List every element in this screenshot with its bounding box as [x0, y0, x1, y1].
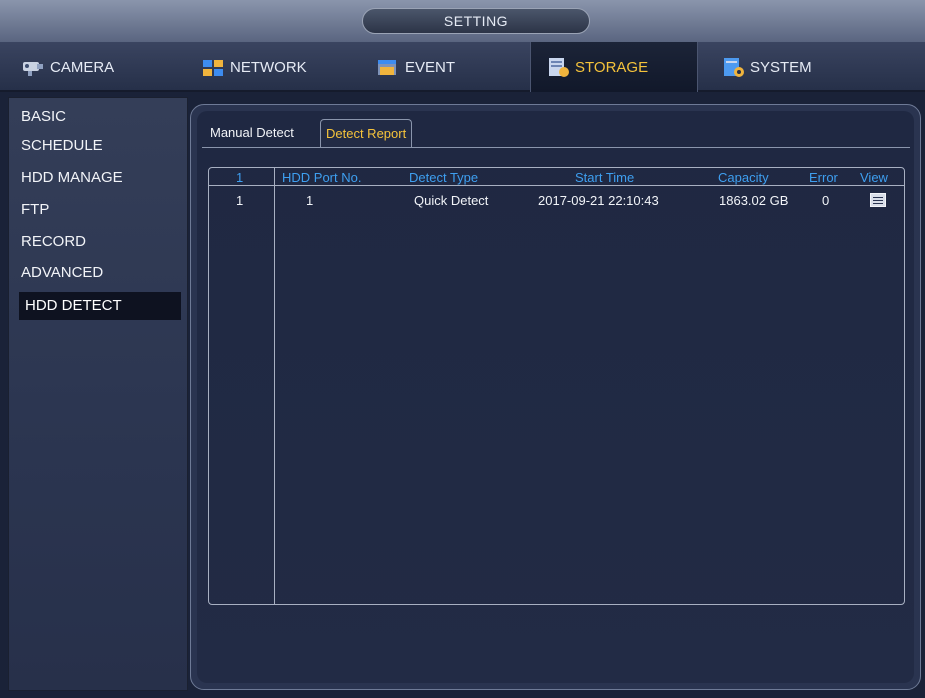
tab-camera[interactable]: CAMERA — [10, 42, 180, 92]
event-icon — [375, 56, 401, 78]
camera-icon — [20, 56, 46, 78]
column-header-hdd-port: HDD Port No. — [282, 170, 362, 185]
row-error: 0 — [822, 193, 830, 208]
tab-event[interactable]: EVENT — [355, 42, 525, 92]
sidebar-item-record[interactable]: RECORD — [21, 228, 86, 256]
tab-detect-report[interactable]: Detect Report — [320, 119, 413, 147]
tab-storage[interactable]: STORAGE — [530, 42, 698, 92]
row-detect-type: Quick Detect — [414, 193, 489, 208]
tab-storage-label: STORAGE — [575, 58, 649, 76]
column-header-capacity: Capacity — [718, 170, 769, 185]
table-column-divider — [274, 167, 275, 605]
sidebar: BASIC SCHEDULE HDD MANAGE FTP RECORD ADV… — [8, 97, 188, 691]
sidebar-item-hdd-manage[interactable]: HDD MANAGE — [21, 164, 123, 192]
table-header-divider — [208, 185, 905, 186]
row-index: 1 — [236, 193, 244, 208]
sidebar-item-hdd-detect[interactable]: HDD DETECT — [19, 292, 181, 320]
window-title: SETTING — [362, 8, 590, 34]
report-table — [208, 167, 905, 605]
tab-network-label: NETWORK — [230, 58, 307, 76]
details-icon[interactable] — [870, 193, 886, 207]
tab-event-label: EVENT — [405, 58, 456, 76]
sidebar-item-basic[interactable]: BASIC — [21, 103, 66, 131]
row-hdd-port: 1 — [306, 193, 314, 208]
column-header-detect-type: Detect Type — [409, 170, 479, 185]
row-capacity: 1863.02 GB — [719, 193, 789, 208]
tab-manual-detect[interactable]: Manual Detect — [205, 119, 299, 147]
tab-network[interactable]: NETWORK — [190, 42, 360, 92]
sidebar-item-advanced[interactable]: ADVANCED — [21, 259, 103, 287]
column-header-index: 1 — [236, 170, 244, 185]
main-tab-bar: CAMERA NETWORK EVENT STORAGE SYSTEM — [0, 42, 925, 92]
network-icon — [200, 56, 226, 78]
title-bar: SETTING — [0, 0, 925, 42]
column-header-error: Error — [809, 170, 838, 185]
tab-system-label: SYSTEM — [750, 58, 812, 76]
system-icon — [720, 56, 746, 78]
row-start-time: 2017-09-21 22:10:43 — [538, 193, 659, 208]
sidebar-item-ftp[interactable]: FTP — [21, 196, 49, 224]
tab-camera-label: CAMERA — [50, 58, 115, 76]
sidebar-item-schedule[interactable]: SCHEDULE — [21, 132, 103, 160]
subtab-divider — [202, 147, 910, 148]
tab-system[interactable]: SYSTEM — [710, 42, 880, 92]
column-header-view: View — [860, 170, 888, 185]
storage-icon — [545, 56, 571, 78]
column-header-start-time: Start Time — [575, 170, 635, 185]
